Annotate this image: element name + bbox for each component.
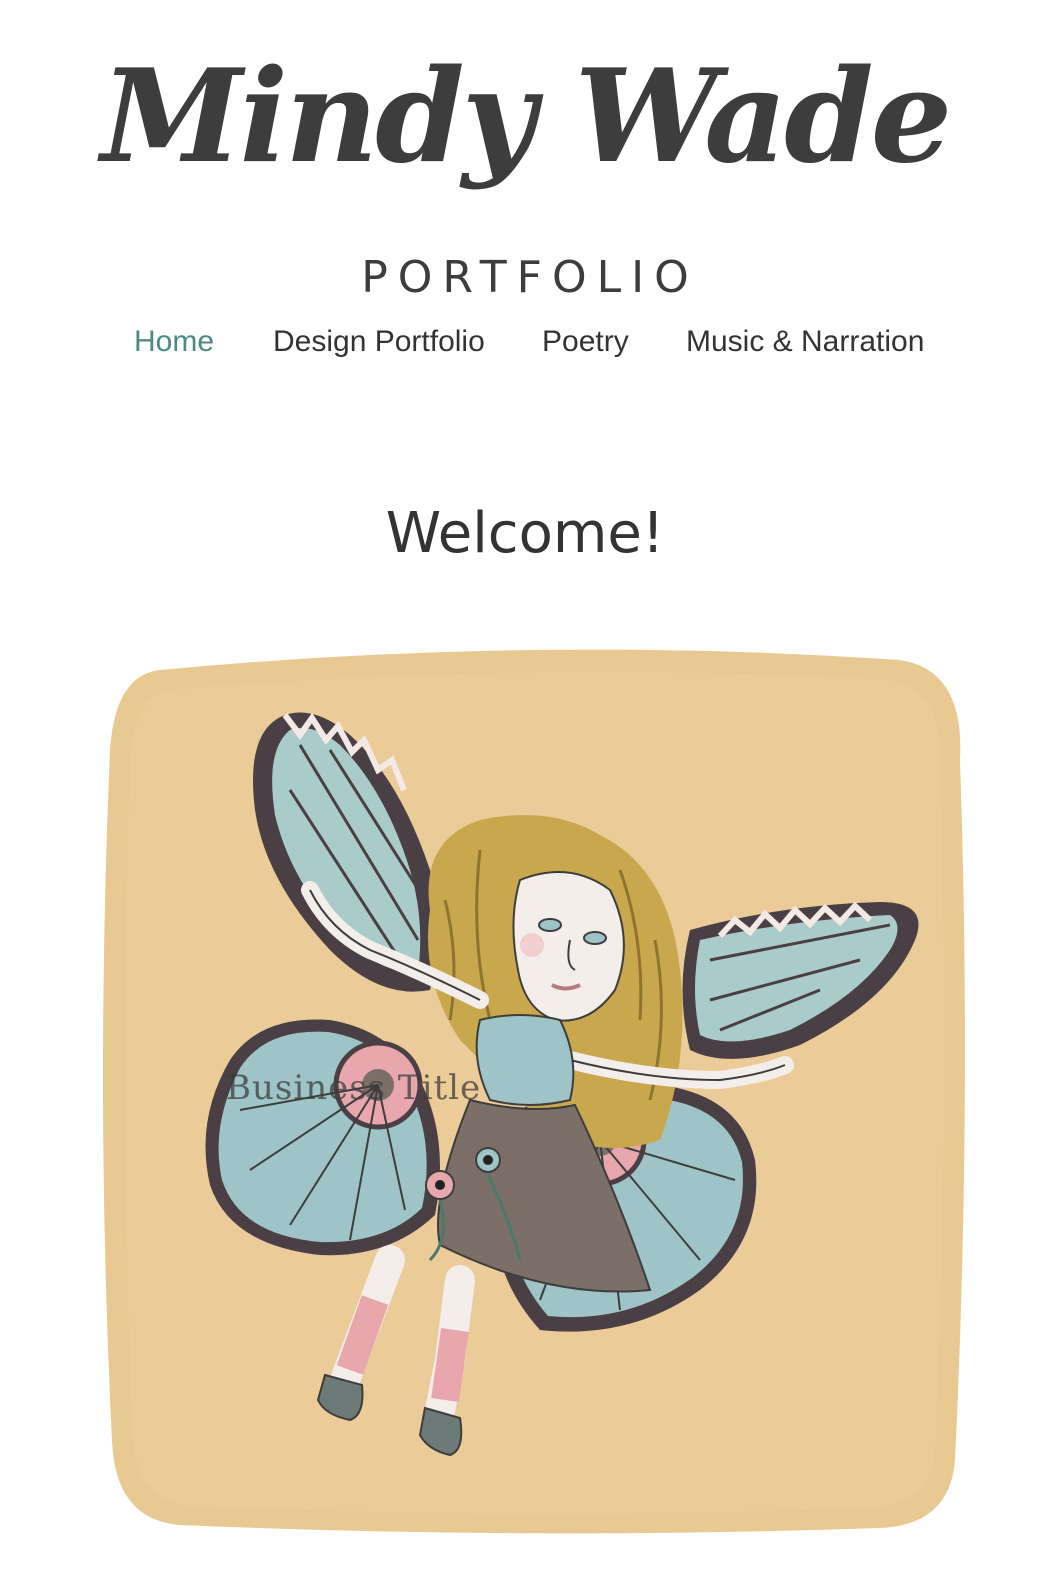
welcome-heading: Welcome!	[385, 501, 665, 566]
watermark-text: Business Title	[226, 1068, 482, 1108]
nav-item-home[interactable]: Home	[134, 320, 214, 364]
hero-illustration: Business Title	[100, 640, 970, 1540]
nav-item-poetry[interactable]: Poetry	[542, 320, 629, 364]
main-navigation: Home Design Portfolio Poetry Music & Nar…	[0, 320, 1050, 364]
site-title[interactable]: Mindy Wade	[0, 22, 1050, 212]
site-subtitle: PORTFOLIO	[361, 252, 699, 303]
nav-item-design-portfolio[interactable]: Design Portfolio	[273, 320, 485, 364]
nav-item-music-narration[interactable]: Music & Narration	[686, 320, 924, 364]
dress-top	[475, 1014, 575, 1106]
